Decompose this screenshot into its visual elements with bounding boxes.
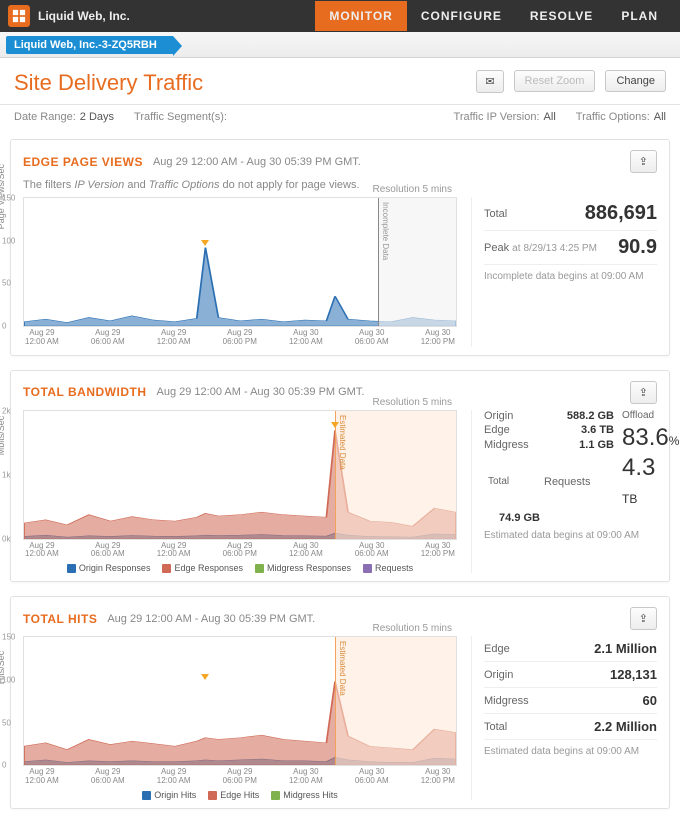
stat-offload: 83.6% bbox=[618, 424, 668, 452]
panel-note: The filters IP Version and Traffic Optio… bbox=[23, 179, 657, 191]
export-button[interactable]: ⇪ bbox=[630, 607, 657, 630]
y-axis-label: Mbits/Sec bbox=[0, 415, 6, 455]
chart-legend: Origin Hits Edge Hits Midgress Hits bbox=[23, 786, 457, 800]
ip-version-value: All bbox=[544, 111, 556, 123]
stats-note: Estimated data begins at 09:00 AM bbox=[484, 740, 657, 757]
stats-total-bandwidth: Origin588.2 GBOffload Edge3.6 TB83.6% Mi… bbox=[471, 410, 657, 574]
panel-edge-page-views: EDGE PAGE VIEWS Aug 29 12:00 AM - Aug 30… bbox=[10, 139, 670, 356]
date-range-label: Date Range: bbox=[14, 111, 76, 123]
export-icon: ⇪ bbox=[639, 613, 648, 625]
panel-range: Aug 29 12:00 AM - Aug 30 05:39 PM GMT. bbox=[157, 386, 365, 398]
stat-midgress: 1.1 GB bbox=[544, 439, 614, 451]
stat-total: 2.2 Million bbox=[594, 719, 657, 734]
stats-note: Incomplete data begins at 09:00 AM bbox=[484, 265, 657, 282]
nav-resolve[interactable]: RESOLVE bbox=[516, 1, 607, 31]
x-axis-ticks: Aug 29 12:00 AMAug 29 06:00 AMAug 29 12:… bbox=[23, 540, 457, 560]
panel-total-hits: TOTAL HITS Aug 29 12:00 AM - Aug 30 05:3… bbox=[10, 596, 670, 809]
page-title: Site Delivery Traffic bbox=[14, 70, 466, 96]
stat-requests: 74.9 GB bbox=[484, 512, 540, 524]
panel-title: TOTAL HITS bbox=[23, 612, 97, 626]
export-button[interactable]: ⇪ bbox=[630, 381, 657, 404]
chart-total-hits[interactable]: Resolution 5 mins Hits/Sec Estimated Dat… bbox=[23, 636, 457, 766]
nav-configure[interactable]: CONFIGURE bbox=[407, 1, 516, 31]
traffic-options-label: Traffic Options: bbox=[576, 111, 650, 123]
export-icon: ⇪ bbox=[639, 156, 648, 168]
panel-total-bandwidth: TOTAL BANDWIDTH Aug 29 12:00 AM - Aug 30… bbox=[10, 370, 670, 583]
x-axis-ticks: Aug 29 12:00 AMAug 29 06:00 AMAug 29 12:… bbox=[23, 327, 457, 347]
panel-range: Aug 29 12:00 AM - Aug 30 05:39 PM GMT. bbox=[107, 613, 315, 625]
stats-note: Estimated data begins at 09:00 AM bbox=[484, 524, 657, 541]
brand-icon bbox=[8, 5, 30, 27]
chart-total-bandwidth[interactable]: Resolution 5 mins Mbits/Sec Estimated Da… bbox=[23, 410, 457, 540]
stat-total: 4.3 TB bbox=[618, 454, 668, 510]
panel-title: TOTAL BANDWIDTH bbox=[23, 385, 147, 399]
mail-icon: ✉ bbox=[485, 76, 494, 88]
stat-total: 886,691 bbox=[585, 202, 657, 225]
nav-monitor[interactable]: MONITOR bbox=[315, 1, 406, 31]
change-button[interactable]: Change bbox=[605, 70, 666, 92]
stat-midgress: 60 bbox=[643, 693, 657, 708]
date-range-value: 2 Days bbox=[80, 111, 114, 123]
filter-bar: Date Range: 2 Days Traffic Segment(s): Tr… bbox=[0, 105, 680, 133]
stat-origin: 588.2 GB bbox=[544, 410, 614, 422]
top-bar: Liquid Web, Inc. MONITOR CONFIGURE RESOL… bbox=[0, 0, 680, 32]
export-icon: ⇪ bbox=[639, 387, 648, 399]
panel-title: EDGE PAGE VIEWS bbox=[23, 155, 143, 169]
chart-edge-page-views[interactable]: Resolution 5 mins Page Views/Sec Incompl… bbox=[23, 197, 457, 327]
stats-total-hits: Edge2.1 Million Origin128,131 Midgress60… bbox=[471, 636, 657, 800]
resolution-label: Resolution 5 mins bbox=[373, 184, 452, 195]
stat-edge: 2.1 Million bbox=[594, 641, 657, 656]
stat-peak: 90.9 bbox=[618, 236, 657, 259]
breadcrumb[interactable]: Liquid Web, Inc.-3-ZQ5RBH bbox=[6, 36, 173, 54]
export-button[interactable]: ⇪ bbox=[630, 150, 657, 173]
resolution-label: Resolution 5 mins bbox=[373, 397, 452, 408]
stat-origin: 128,131 bbox=[610, 667, 657, 682]
brand-name: Liquid Web, Inc. bbox=[38, 9, 130, 23]
page-header: Site Delivery Traffic ✉ Reset Zoom Chang… bbox=[0, 58, 680, 105]
nav-plan[interactable]: PLAN bbox=[607, 1, 672, 31]
resolution-label: Resolution 5 mins bbox=[373, 623, 452, 634]
stat-edge: 3.6 TB bbox=[544, 424, 614, 436]
reset-zoom-button[interactable]: Reset Zoom bbox=[514, 70, 596, 92]
chart-legend: Origin Responses Edge Responses Midgress… bbox=[23, 559, 457, 573]
panel-range: Aug 29 12:00 AM - Aug 30 05:39 PM GMT. bbox=[153, 156, 361, 168]
breadcrumb-bar: Liquid Web, Inc.-3-ZQ5RBH bbox=[0, 32, 680, 58]
traffic-options-value: All bbox=[654, 111, 666, 123]
x-axis-ticks: Aug 29 12:00 AMAug 29 06:00 AMAug 29 12:… bbox=[23, 766, 457, 786]
mail-button[interactable]: ✉ bbox=[476, 70, 503, 93]
stats-edge-page-views: Total886,691 Peak at 8/29/13 4:25 PM90.9… bbox=[471, 197, 657, 347]
ip-version-label: Traffic IP Version: bbox=[454, 111, 540, 123]
segments-label: Traffic Segment(s): bbox=[134, 111, 227, 123]
